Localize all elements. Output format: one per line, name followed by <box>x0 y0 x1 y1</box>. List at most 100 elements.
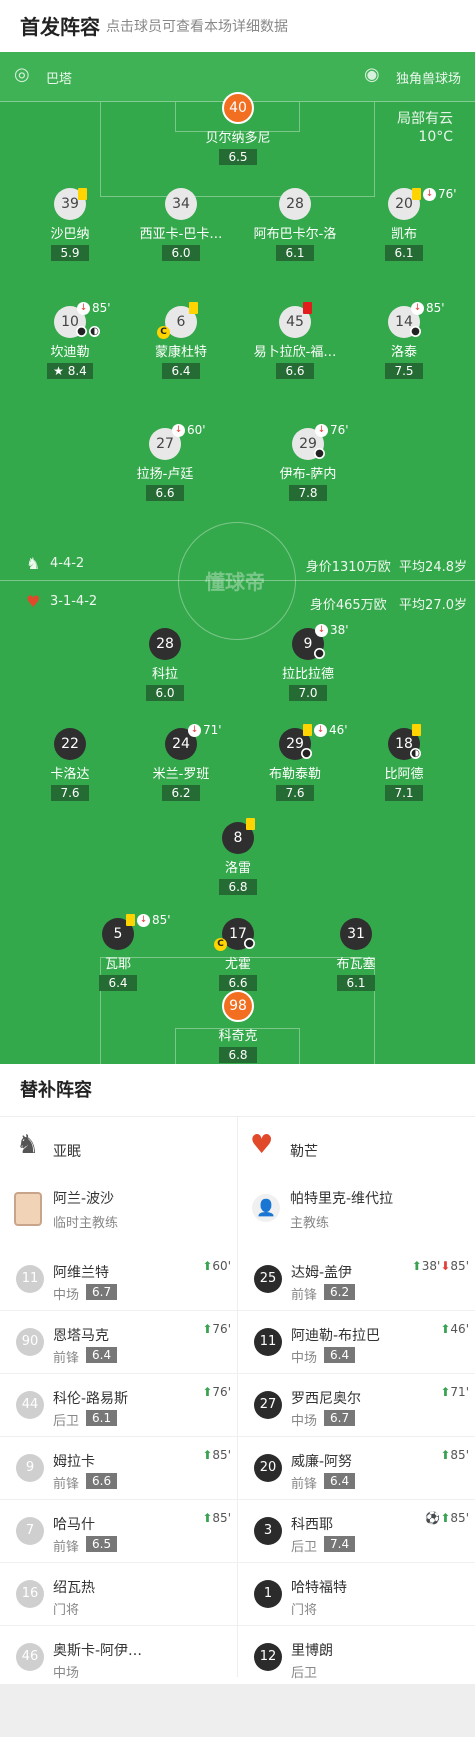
sub-row[interactable]: 7 哈马什 前锋 6.5 ⬆85' <box>0 1500 237 1563</box>
assist-icon: ◐ <box>410 748 421 759</box>
player-rating: 6.1 <box>385 245 423 261</box>
away-crest-icon: ♥ <box>26 592 41 611</box>
stadium-icon: ◉ <box>364 64 380 85</box>
player-rating: 6.0 <box>146 685 184 701</box>
home-crest-icon: ♞ <box>26 554 41 573</box>
pitch: ◎ 巴塔 ◉ 独角兽球场 懂球帝 局部有云 10°C ♞ 4-4-2 身价131… <box>0 52 475 1064</box>
coach-name: 帕特里克-维代拉 <box>290 1191 394 1207</box>
sub-row[interactable]: 16 绍瓦热 门将 <box>0 1563 237 1626</box>
sub-row[interactable]: 46 奥斯卡-阿伊… 中场 <box>0 1626 237 1689</box>
sub-minute: 71' <box>203 723 222 737</box>
sub-minute: 76' <box>438 187 457 201</box>
player-rating: 7.6 <box>51 785 89 801</box>
sub-in-icon: ⬆ <box>440 1511 451 1525</box>
sub-row[interactable]: 27 罗西尼奥尔 中场 6.7 ⬆71' <box>238 1374 475 1437</box>
sub-minute: 38' <box>330 623 349 637</box>
player-rating: 7.6 <box>276 785 314 801</box>
yellow-card-icon <box>246 818 255 830</box>
coach-avatar <box>14 1192 42 1226</box>
player-number: 34 <box>165 188 197 220</box>
goal-icon: ● <box>314 448 325 459</box>
sub-row[interactable]: 11 阿迪勒-布拉巴 中场 6.4 ⬆46' <box>238 1311 475 1374</box>
player-20[interactable]: 20 ↓ 76' 凯布 6.1 <box>339 187 469 261</box>
player-rating: 6.4 <box>162 363 200 379</box>
sub-row[interactable]: 11 阿维兰特 中场 6.7 ⬆60' <box>0 1248 237 1311</box>
player-6[interactable]: 6C 蒙康杜特 6.4 <box>116 302 246 379</box>
player-29-home[interactable]: 29 ↓ 76' ● 伊布-萨内 7.8 <box>243 423 373 501</box>
player-rating: 6.5 <box>219 149 257 165</box>
yellow-card-icon <box>412 188 421 200</box>
player-rating: 6.6 <box>219 975 257 991</box>
home-formation: 4-4-2 <box>50 556 85 571</box>
sub-out-icon: ↓ <box>411 302 424 315</box>
sub-out-icon: ⬇ <box>440 1259 451 1273</box>
sub-row[interactable]: 20 威廉-阿努 前锋 6.4 ⬆85' <box>238 1437 475 1500</box>
away-formation: 3-1-4-2 <box>50 594 98 609</box>
player-rating: 6.8 <box>219 1047 257 1063</box>
player-number: 28 <box>149 628 181 660</box>
sub-out-icon: ↓ <box>77 302 90 315</box>
player-name: 西亚卡-巴卡… <box>139 227 223 242</box>
player-name: 米兰-罗班 <box>152 767 210 782</box>
player-rating: 5.9 <box>51 245 89 261</box>
player-rating: 6.2 <box>162 785 200 801</box>
substitutes-title: 替补阵容 <box>20 1080 92 1101</box>
sub-row[interactable]: 9 姆拉卡 前锋 6.6 ⬆85' <box>0 1437 237 1500</box>
player-14[interactable]: 14 ↓ 85' ● 洛泰 7.5 <box>339 301 469 379</box>
coach-avatar-placeholder-icon: 👤 <box>252 1194 280 1222</box>
sub-row[interactable]: 12 里博朗 后卫 <box>238 1626 475 1689</box>
player-rating: 6.6 <box>276 363 314 379</box>
yellow-card-icon <box>303 724 312 736</box>
player-18[interactable]: 18 ◐ 比阿德 7.1 <box>339 724 469 801</box>
player-name: 洛雷 <box>224 861 251 876</box>
player-9[interactable]: 9 ↓ 38' ● 拉比拉德 7.0 <box>243 623 373 701</box>
player-27[interactable]: 27 ↓ 60' 拉扬-卢廷 6.6 <box>100 423 230 501</box>
player-rating: ★ 8.4 <box>47 363 93 379</box>
player-40[interactable]: 40 贝尔纳多尼 6.5 <box>173 92 303 165</box>
substitutes-section: 替补阵容 ♞ 亚眠 ♥ 勒芒 阿兰-波沙 临时主教练 👤 帕特里克-维代拉 主教… <box>0 1064 475 1684</box>
player-name: 伊布-萨内 <box>279 467 337 482</box>
player-34[interactable]: 34 西亚卡-巴卡… 6.0 <box>116 188 246 261</box>
venue-label: 独角兽球场 <box>396 72 462 87</box>
player-8[interactable]: 8 洛雷 6.8 <box>173 818 303 895</box>
sub-in-icon: ⬆ <box>202 1385 213 1399</box>
sub-out-icon: ↓ <box>315 424 328 437</box>
yellow-card-icon <box>78 188 87 200</box>
player-number: 22 <box>54 728 86 760</box>
yellow-card-icon <box>189 302 198 314</box>
sub-row[interactable]: 3 科西耶 后卫 7.4 ⚽⬆85' <box>238 1500 475 1563</box>
player-17[interactable]: 17 C ● 尤霍 6.6 <box>173 918 303 991</box>
player-5[interactable]: 5 ↓ 85' 瓦耶 6.4 <box>53 913 183 991</box>
red-card-icon <box>303 302 312 314</box>
player-98[interactable]: 98 科奇克 6.8 <box>173 990 303 1063</box>
player-rating: 7.1 <box>385 785 423 801</box>
player-name: 瓦耶 <box>104 957 131 972</box>
away-value: 身价465万欧 平均27.0岁 <box>309 598 467 613</box>
header: 首发阵容 点击球员可查看本场详细数据 <box>0 0 475 52</box>
player-rating: 6.6 <box>146 485 184 501</box>
sub-in-icon: ⬆ <box>202 1448 213 1462</box>
player-24[interactable]: 24 ↓ 71' 米兰-罗班 6.2 <box>116 723 246 801</box>
player-rating: 6.1 <box>337 975 375 991</box>
player-name: 科奇克 <box>218 1029 258 1044</box>
player-number: 28 <box>279 188 311 220</box>
sub-row[interactable]: 44 科伦-路易斯 后卫 6.1 ⬆76' <box>0 1374 237 1437</box>
sub-row[interactable]: 25 达姆-盖伊 前锋 6.2 ⬆38'⬇85' <box>238 1248 475 1311</box>
home-team-label: 巴塔 <box>46 72 73 87</box>
sub-row[interactable]: 1 哈特福特 门将 <box>238 1563 475 1626</box>
right-team-name: 勒芒 <box>290 1144 318 1160</box>
sub-in-icon: ⬆ <box>440 1322 451 1336</box>
left-team-name: 亚眠 <box>53 1144 81 1160</box>
sub-row[interactable]: 90 恩塔马克 前锋 6.4 ⬆76' <box>0 1311 237 1374</box>
captain-icon: C <box>157 326 170 339</box>
player-name: 凯布 <box>390 227 417 242</box>
weather-text: 局部有云 <box>397 111 453 127</box>
sub-out-icon: ↓ <box>172 424 185 437</box>
whistle-icon: ◎ <box>14 64 30 85</box>
sub-in-icon: ⬆ <box>202 1259 213 1273</box>
goal-icon: ● <box>244 938 255 949</box>
player-31[interactable]: 31 布瓦塞 6.1 <box>291 918 421 991</box>
yellow-card-icon <box>126 914 135 926</box>
player-28-away[interactable]: 28 科拉 6.0 <box>100 628 230 701</box>
temperature: 10°C <box>418 129 453 145</box>
